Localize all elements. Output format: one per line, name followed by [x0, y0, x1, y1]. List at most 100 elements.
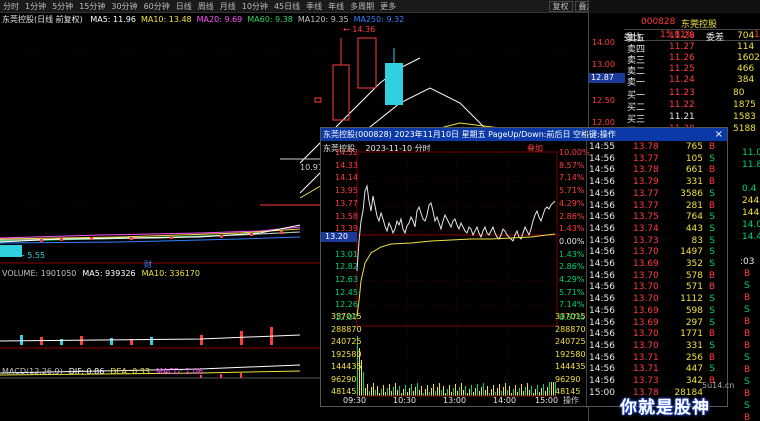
volume-bar — [429, 392, 430, 396]
tick-volume: 281 — [685, 200, 703, 211]
period-tab[interactable]: 1分钟 — [22, 1, 49, 12]
popup-pct-label: 2.86% — [559, 262, 585, 272]
volume-bar — [427, 385, 428, 396]
popup-pct-label: 5.71% — [559, 287, 585, 297]
tick-time: 14:56 — [589, 153, 615, 164]
volume-bar — [469, 389, 470, 396]
volume-bar — [419, 390, 420, 396]
tick-volume: 105 — [685, 153, 703, 164]
tick-price: 13.70 — [633, 329, 659, 340]
period-tab[interactable]: 年线 — [325, 1, 347, 12]
watermark-url: 5u14.cn — [702, 381, 735, 390]
popup-pct-label: 7.14% — [559, 173, 585, 183]
popup-price-label: 12.63 — [335, 275, 358, 284]
volume-legend-item: MA5: 939326 — [82, 269, 136, 278]
ask-price: 11.25 — [669, 64, 695, 74]
tick-direction: S — [709, 153, 715, 164]
quote-value: 11.0 — [742, 148, 760, 158]
tick-time: 14:56 — [589, 282, 615, 293]
volume-bar — [415, 387, 416, 396]
price-axis-label: 12.00 — [592, 118, 615, 127]
macd-legend-item: DIF: 0.86 — [68, 367, 105, 376]
watermark-text: 你就是股神 — [620, 398, 710, 418]
period-tab[interactable]: 60分钟 — [141, 1, 173, 12]
volume-bar — [425, 389, 426, 396]
toolbar-button[interactable]: 复权 — [548, 0, 573, 12]
volume-bar — [499, 384, 500, 396]
popup-title[interactable]: 东莞控股(000828) 2023年11月10日 星期五 PageUp/Down… — [321, 128, 727, 141]
popup-vol-label: 337015 — [331, 312, 362, 321]
period-tab[interactable]: 45日线 — [271, 1, 303, 12]
quote-value: 24459 — [742, 196, 760, 206]
tick-price: 13.77 — [633, 200, 659, 211]
tick-price: 13.78 — [633, 142, 659, 152]
period-tab[interactable]: 季线 — [303, 1, 325, 12]
tick-time: 14:56 — [589, 294, 615, 305]
tick-price: 13.77 — [633, 188, 659, 199]
preclose-tag: 13.20 — [321, 232, 357, 242]
period-tab[interactable]: 30分钟 — [108, 1, 140, 12]
close-icon[interactable]: × — [715, 128, 723, 141]
volume-bar — [443, 386, 444, 396]
tick-time: 14:56 — [589, 200, 615, 211]
tick-price: 13.79 — [633, 177, 659, 188]
volume-bar — [549, 382, 550, 396]
quote-value: 14.0 — [742, 220, 760, 230]
tick-price: 13.71 — [633, 364, 659, 375]
tick-direction: B — [708, 165, 715, 176]
volume-bar — [473, 392, 474, 396]
tick-volume: 447 — [685, 364, 703, 375]
popup-vol-label: 48145 — [331, 387, 357, 396]
popup-vol-label-right: 288870 — [555, 324, 586, 334]
volume-legend: VOLUME: 1901050 MA5: 939326 MA10: 336170 — [2, 269, 206, 278]
price-axis-label: 13.00 — [592, 60, 615, 69]
period-tab[interactable]: 15分钟 — [76, 1, 108, 12]
volume-bar — [377, 386, 378, 396]
period-tab[interactable]: 10分钟 — [239, 1, 271, 12]
volume-bar — [551, 382, 552, 396]
tick-direction: S — [709, 317, 715, 328]
volume-bar — [479, 391, 480, 396]
period-tab[interactable]: 周线 — [195, 1, 217, 12]
intraday-popup[interactable]: 东莞控股(000828) 2023年11月10日 星期五 PageUp/Down… — [320, 127, 728, 408]
ask-volume: 1602 — [737, 53, 760, 63]
tick-time: 14:56 — [589, 259, 615, 269]
tick-volume: 342 — [685, 376, 703, 386]
volume-bar — [547, 387, 548, 396]
trade-dir: B — [744, 341, 751, 351]
tick-price: 13.78 — [633, 165, 659, 176]
popup-pct-label: 4.29% — [559, 198, 585, 208]
period-tab[interactable]: 多周期 — [347, 1, 377, 12]
period-tab[interactable]: 更多 — [377, 1, 399, 12]
volume-bar — [441, 390, 442, 396]
volume-bar — [403, 389, 404, 396]
tick-direction: S — [709, 235, 715, 246]
macd-legend: MACD(12,26,9) DIF: 0.86 DEA: 0.33 MACD: 1.0… — [2, 367, 209, 376]
volume-bar — [503, 387, 504, 396]
tick-volume: 1112 — [680, 294, 703, 305]
popup-pct-label: 7.14% — [559, 300, 585, 310]
popup-pct-label: 8.57% — [559, 160, 585, 170]
tick-direction: S — [709, 259, 715, 269]
period-tab[interactable]: 月线 — [217, 1, 239, 12]
volume-bar — [509, 386, 510, 396]
period-tab[interactable]: 分时 — [0, 1, 22, 12]
volume-bar — [497, 388, 498, 396]
tick-direction: B — [708, 142, 715, 152]
period-tab[interactable]: 5分钟 — [49, 1, 76, 12]
bid-volume: 1875 — [733, 100, 756, 110]
tick-time: 14:56 — [589, 235, 615, 246]
volume-legend-item: MA10: 336170 — [141, 269, 200, 278]
volume-bar — [363, 372, 364, 396]
trade-dir: B — [744, 293, 751, 303]
tick-price: 13.69 — [633, 259, 659, 269]
popup-vol-label-right: 192580 — [555, 349, 586, 359]
volume-bar — [537, 385, 538, 396]
volume-bar — [513, 389, 514, 396]
tick-volume: 661 — [685, 165, 703, 176]
operate-label[interactable]: 操作 — [563, 395, 579, 406]
volume-bar — [435, 391, 436, 396]
period-tab[interactable]: 日线 — [173, 1, 195, 12]
popup-vol-label: 288870 — [331, 324, 362, 334]
volume-bar — [515, 385, 516, 396]
